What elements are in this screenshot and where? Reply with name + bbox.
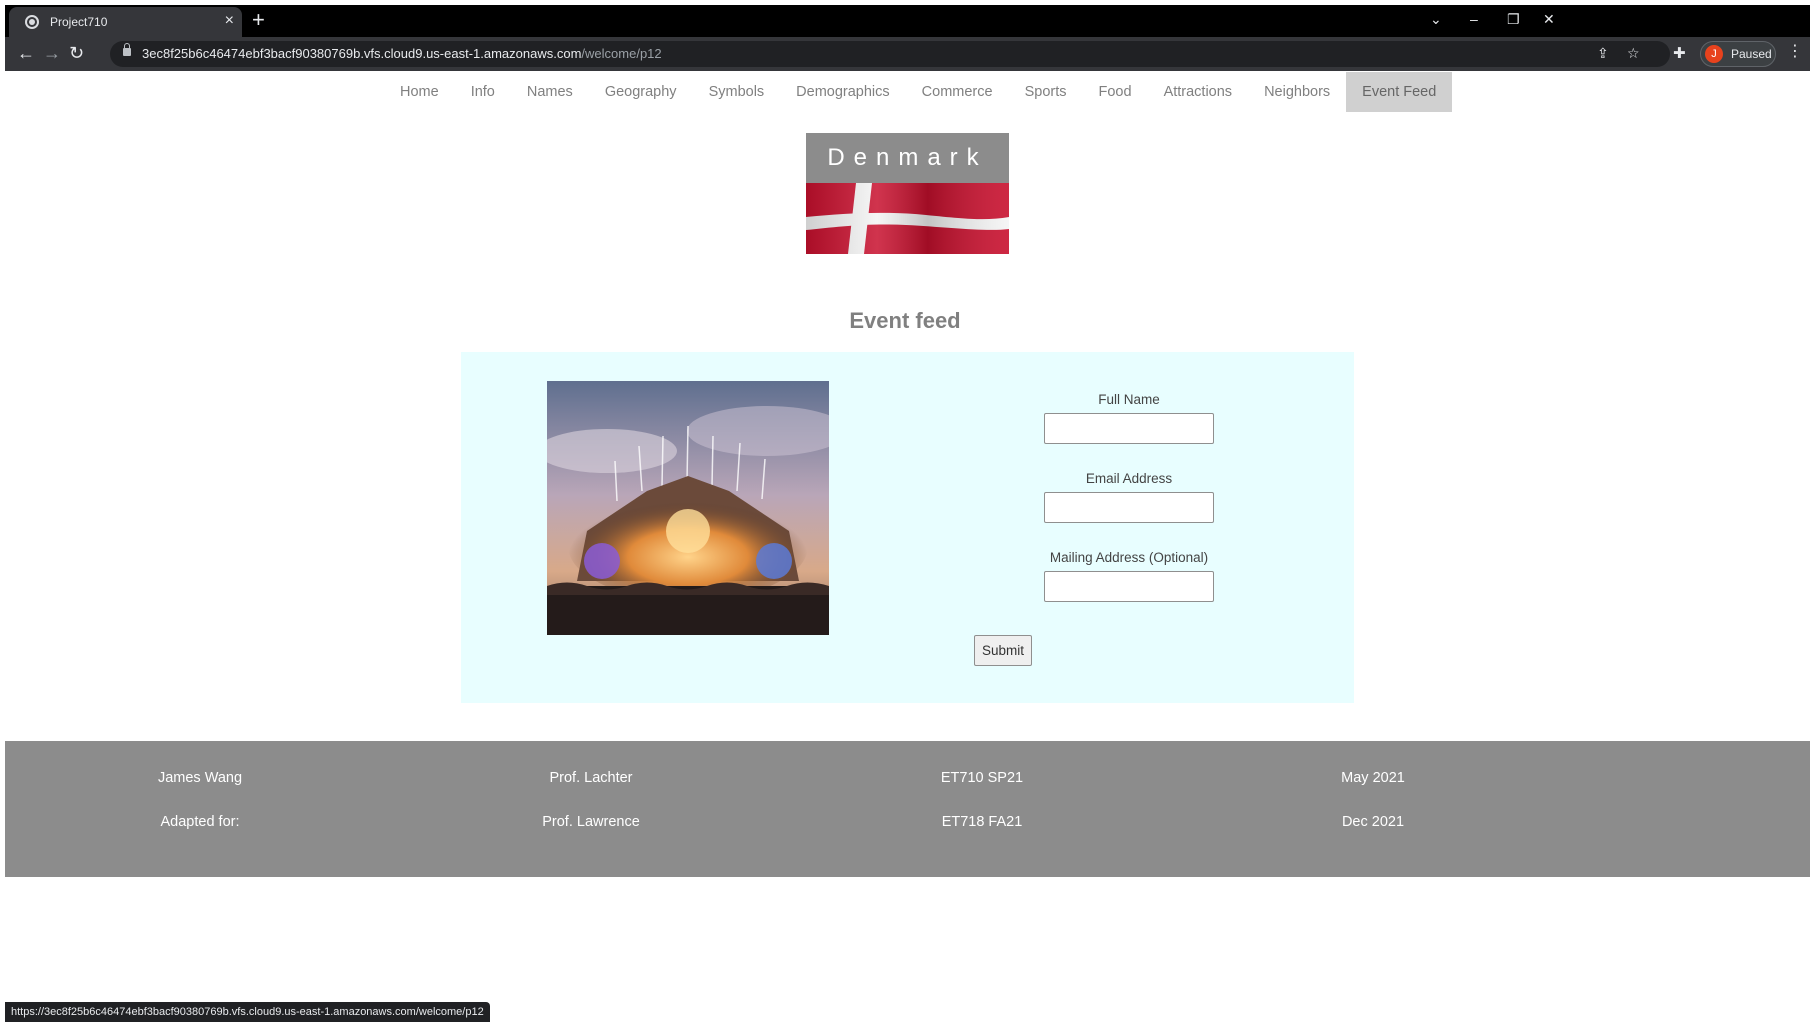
nav-item-event-feed[interactable]: Event Feed bbox=[1346, 72, 1453, 112]
browser-toolbar: ← → ↻ 3ec8f25b6c46474ebf3bacf90380769b.v… bbox=[5, 37, 1810, 71]
section-title: Event feed bbox=[849, 308, 961, 333]
nav-item-home[interactable]: Home bbox=[384, 72, 455, 112]
denmark-flag-image bbox=[806, 183, 1009, 254]
nav-item-sports[interactable]: Sports bbox=[1009, 72, 1083, 112]
url-host: 3ec8f25b6c46474ebf3bacf90380769b.vfs.clo… bbox=[142, 46, 582, 61]
star-icon[interactable]: ☆ bbox=[1627, 45, 1640, 61]
profile-button[interactable]: J Paused bbox=[1700, 41, 1776, 67]
tab-title: Project710 bbox=[50, 15, 108, 29]
festival-stage-image bbox=[547, 381, 829, 635]
nav-item-names[interactable]: Names bbox=[511, 72, 589, 112]
site-footer: James Wang Prof. Lachter ET710 SP21 May 202… bbox=[5, 741, 1810, 877]
nav-item-symbols[interactable]: Symbols bbox=[693, 72, 781, 112]
extensions-icon[interactable]: ✚ bbox=[1673, 44, 1686, 64]
minimize-icon[interactable]: – bbox=[1470, 11, 1478, 27]
status-bar-url: https://3ec8f25b6c46474ebf3bacf90380769b… bbox=[5, 1002, 490, 1022]
browser-tab[interactable]: Project710 × bbox=[9, 7, 242, 37]
event-signup-form: Full Name Email Address Mailing Address … bbox=[1044, 392, 1214, 602]
footer-cell: Adapted for: bbox=[160, 814, 240, 830]
footer-cell: Dec 2021 bbox=[1341, 814, 1405, 830]
lock-icon bbox=[123, 43, 131, 56]
share-icon[interactable]: ⇪ bbox=[1597, 45, 1609, 61]
nav-item-commerce[interactable]: Commerce bbox=[906, 72, 1009, 112]
tab-strip: Project710 × + ⌄ – ❐ ✕ bbox=[5, 5, 1810, 37]
browser-chrome: Project710 × + ⌄ – ❐ ✕ ← → ↻ 3ec8f25b6c4… bbox=[5, 5, 1810, 71]
submit-button[interactable]: Submit bbox=[974, 635, 1032, 666]
address-bar[interactable]: 3ec8f25b6c46474ebf3bacf90380769b.vfs.clo… bbox=[110, 41, 1670, 67]
reload-icon[interactable]: ↻ bbox=[69, 43, 84, 63]
nav-item-attractions[interactable]: Attractions bbox=[1148, 72, 1249, 112]
banner-bar: Denmark bbox=[806, 133, 1009, 183]
tab-search-icon[interactable]: ⌄ bbox=[1430, 11, 1442, 27]
nav-item-neighbors[interactable]: Neighbors bbox=[1248, 72, 1346, 112]
new-tab-icon[interactable]: + bbox=[252, 8, 265, 32]
email-label: Email Address bbox=[1085, 471, 1173, 486]
country-title: Denmark bbox=[827, 144, 988, 171]
event-panel: Full Name Email Address Mailing Address … bbox=[461, 352, 1354, 703]
email-input[interactable] bbox=[1044, 492, 1214, 523]
restore-icon[interactable]: ❐ bbox=[1507, 11, 1520, 27]
url-text: 3ec8f25b6c46474ebf3bacf90380769b.vfs.clo… bbox=[142, 46, 662, 61]
nav-item-info[interactable]: Info bbox=[455, 72, 511, 112]
mailing-address-label: Mailing Address (Optional) bbox=[1049, 550, 1209, 565]
profile-status: Paused bbox=[1731, 47, 1772, 61]
back-icon[interactable]: ← bbox=[17, 43, 35, 63]
footer-cell: Prof. Lachter bbox=[549, 770, 633, 786]
menu-icon[interactable]: ⋮ bbox=[1787, 43, 1803, 61]
url-path: /welcome/p12 bbox=[581, 46, 662, 61]
country-banner: Denmark bbox=[806, 133, 1009, 254]
footer-cell: ET718 FA21 bbox=[941, 814, 1023, 830]
mailing-address-input[interactable] bbox=[1044, 571, 1214, 602]
footer-cell: James Wang bbox=[157, 770, 243, 786]
avatar: J bbox=[1705, 45, 1723, 63]
window-close-icon[interactable]: ✕ bbox=[1543, 11, 1555, 27]
globe-icon bbox=[25, 15, 39, 29]
full-name-label: Full Name bbox=[1098, 392, 1160, 407]
footer-cell: May 2021 bbox=[1341, 770, 1405, 786]
nav-item-geography[interactable]: Geography bbox=[589, 72, 693, 112]
tab-close-icon[interactable]: × bbox=[225, 12, 234, 30]
footer-cell: Prof. Lawrence bbox=[542, 814, 640, 830]
site-nav: Home Info Names Geography Symbols Demographic… bbox=[384, 72, 1453, 112]
nav-item-demographics[interactable]: Demographics bbox=[780, 72, 906, 112]
footer-cell: ET710 SP21 bbox=[940, 770, 1024, 786]
nav-item-food[interactable]: Food bbox=[1083, 72, 1148, 112]
forward-icon[interactable]: → bbox=[43, 43, 61, 63]
full-name-input[interactable] bbox=[1044, 413, 1214, 444]
